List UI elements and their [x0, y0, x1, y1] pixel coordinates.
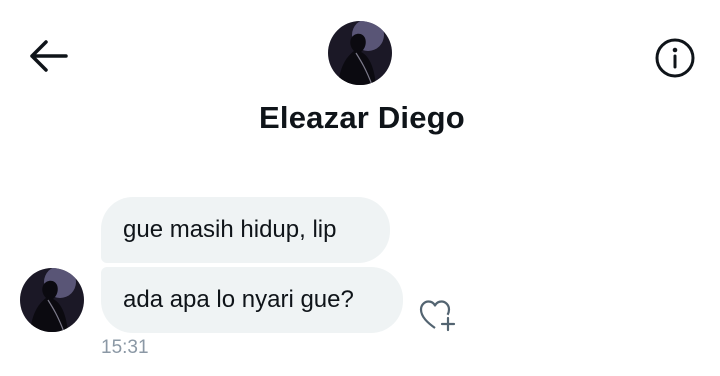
- message-bubble[interactable]: ada apa lo nyari gue?: [101, 267, 403, 333]
- message-timestamp: 15:31: [101, 337, 149, 358]
- message-text: gue masih hidup, lip: [123, 216, 337, 243]
- add-reaction-button[interactable]: [418, 298, 458, 332]
- info-circle-icon: [655, 38, 695, 78]
- profile-avatar[interactable]: [328, 21, 392, 85]
- arrow-left-icon: [30, 40, 68, 72]
- message-text: ada apa lo nyari gue?: [123, 286, 354, 313]
- message-bubble[interactable]: gue masih hidup, lip: [101, 197, 390, 263]
- info-button[interactable]: [654, 37, 696, 79]
- heart-plus-icon: [419, 300, 456, 332]
- avatar-image: [20, 268, 84, 332]
- conversation-title[interactable]: Eleazar Diego: [0, 100, 720, 136]
- back-button[interactable]: [26, 38, 70, 74]
- avatar-image: [328, 21, 392, 85]
- sender-avatar[interactable]: [20, 268, 84, 332]
